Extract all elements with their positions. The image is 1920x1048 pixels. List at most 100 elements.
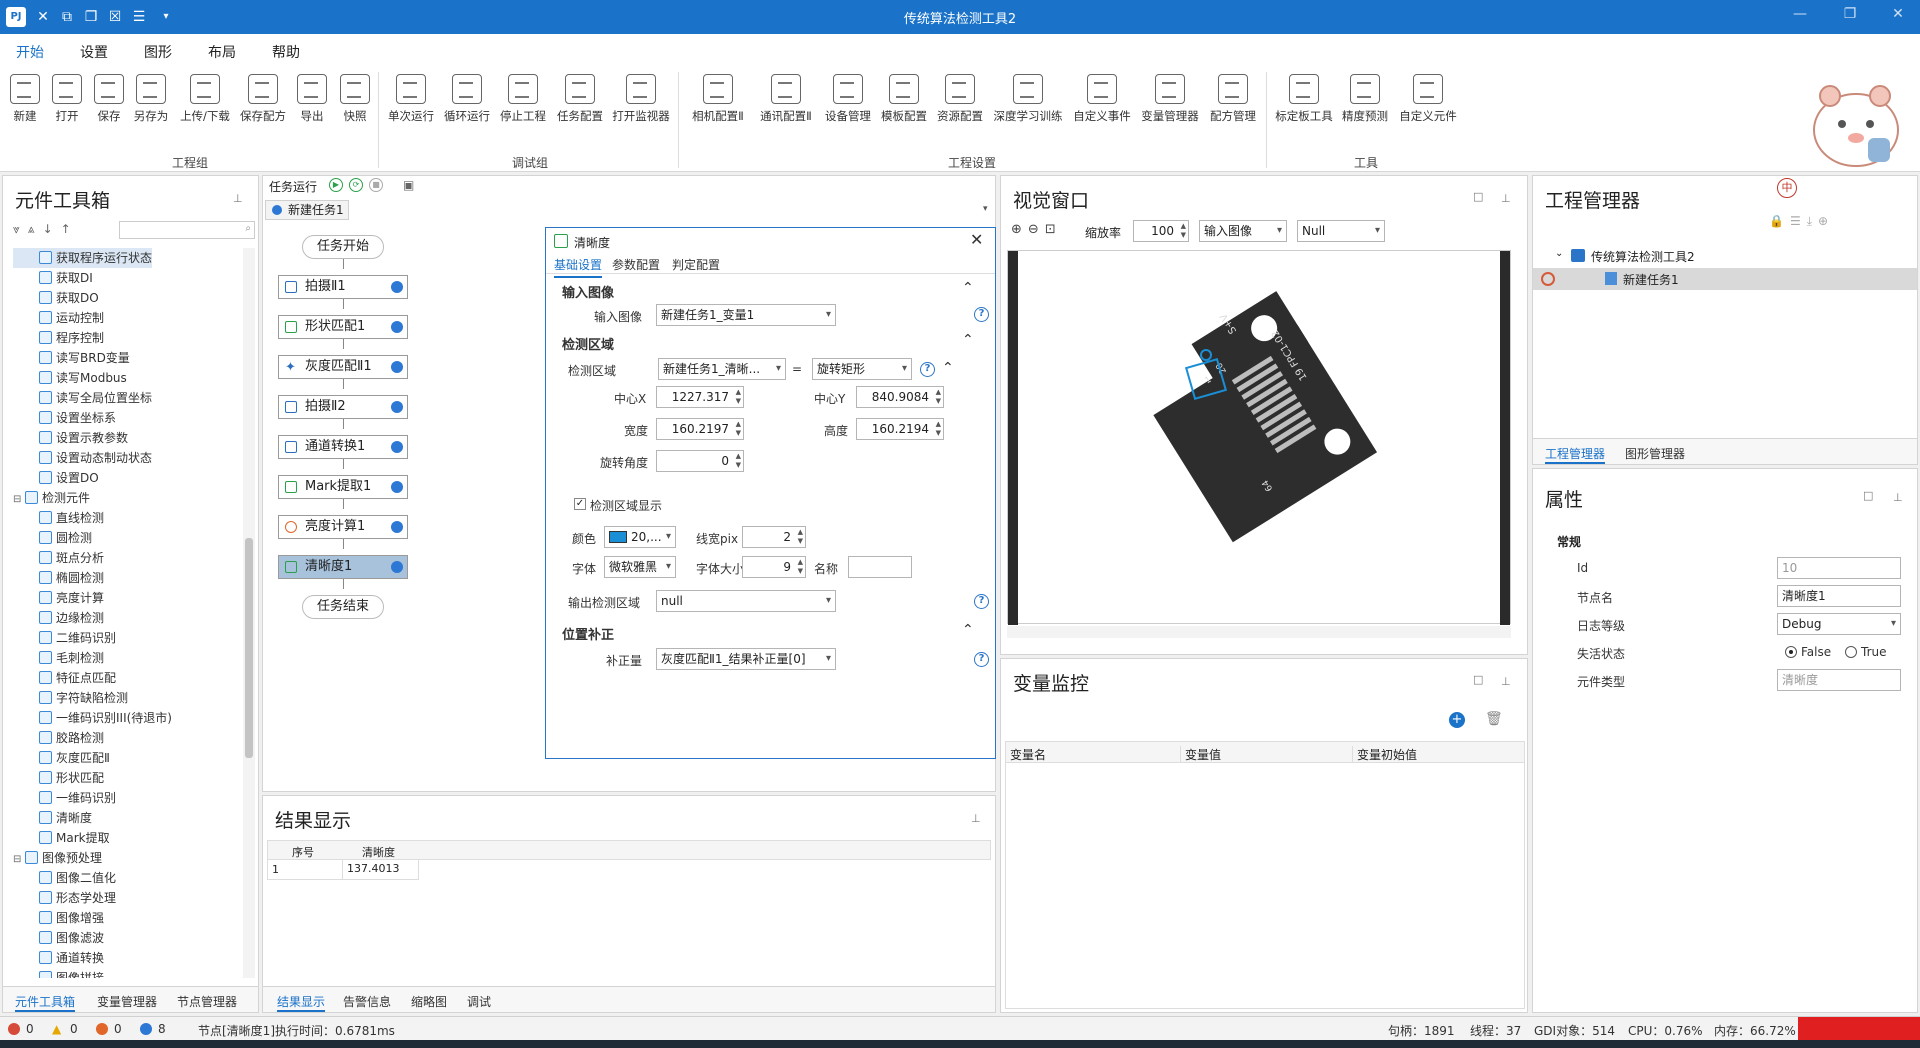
stop-icon[interactable]: ■ [369,178,383,192]
input-image-select[interactable]: 新建任务1_变量1 [656,304,836,326]
log-level-select[interactable]: Debug [1777,613,1901,635]
collapse-toggle-icon[interactable]: ⊟ [13,490,25,510]
image-h-scrollbar[interactable] [1007,626,1511,638]
toolbox-item[interactable]: 图像二值化 [13,868,116,888]
resource-config-button[interactable]: 资源配置 [934,74,986,124]
toolbox-group[interactable]: ⊟ 图像预处理 [13,848,102,868]
camera-config-button[interactable]: 相机配置Ⅱ [686,74,750,124]
maximize-icon[interactable]: □ [1863,489,1873,502]
loop-run-button[interactable]: 循环运行 [441,74,493,124]
collapse-icon[interactable]: ⌃ [962,332,974,348]
font-size-input[interactable]: 9 ▲ ▼ [742,556,806,578]
spinner-icon[interactable]: ▲ ▼ [736,452,741,470]
toolbox-item[interactable]: 读写BRD变量 [13,348,130,368]
maximize-icon[interactable]: □ [1473,673,1483,686]
toolbox-item[interactable]: 一维码识别 [13,788,116,808]
spinner-icon[interactable]: ▲ ▼ [798,558,803,576]
toolbox-item[interactable]: 设置坐标系 [13,408,116,428]
toolbox-group[interactable]: ⊟ 检测元件 [13,488,90,508]
save-as-button[interactable]: 另存为 [129,74,173,124]
pin-icon[interactable]: ⊥ [233,192,243,205]
close-icon[interactable]: ✕ [970,230,983,249]
collapse-icon[interactable]: ⌃ [962,280,974,296]
line-width-input[interactable]: 2 ▲ ▼ [742,526,806,548]
zoom-in-icon[interactable]: ⊕ [1011,222,1028,237]
tab-params[interactable]: 参数配置 [612,256,660,273]
save-button[interactable]: 保存 [87,74,131,124]
tab-basic[interactable]: 基础设置 [554,256,603,278]
info-icon[interactable] [140,1023,152,1035]
error-icon[interactable] [8,1023,20,1035]
tab-task[interactable]: 新建任务1 [265,200,349,220]
name-input[interactable] [848,556,912,578]
font-select[interactable]: 微软雅黑 [604,556,676,578]
toolbox-item[interactable]: 设置动态制动状态 [13,448,152,468]
deep-learning-button[interactable]: 深度学习训练 [990,74,1066,124]
minimize-icon[interactable]: — [1780,6,1820,22]
scroll-thumb[interactable] [245,538,253,758]
run-icon[interactable]: ▶ [329,178,343,192]
tab-thumbnails[interactable]: 缩略图 [411,993,447,1010]
zoom-input[interactable]: 100 ▲ ▼ [1133,220,1189,242]
false-radio[interactable] [1785,646,1797,658]
tab-settings[interactable]: 设置 [80,42,108,62]
spinner-icon[interactable]: ▲ ▼ [936,420,941,438]
ime-indicator[interactable]: 中 [1773,176,1801,236]
tab-start[interactable]: 开始 [16,42,44,68]
image-source-select[interactable]: 输入图像 [1199,220,1287,242]
toolbox-item[interactable]: 设置示教参数 [13,428,128,448]
node-channel-convert[interactable]: 通道转换1 [278,435,408,459]
toolbox-item[interactable]: 读写Modbus [13,368,127,388]
snapshot-button[interactable]: 快照 [333,74,377,124]
node-brightness[interactable]: 亮度计算1 [278,515,408,539]
help-icon[interactable]: ? [974,307,989,322]
compensation-select[interactable]: 灰度匹配Ⅱ1_结果补正量[0] [656,648,836,670]
tab-menu-icon[interactable]: ▾ [983,204,988,214]
tab-project-manager[interactable]: 工程管理器 [1545,445,1606,464]
add-icon[interactable]: ⊕ [1818,214,1834,228]
toolbox-item[interactable]: 形态学处理 [13,888,116,908]
single-run-button[interactable]: 单次运行 [385,74,437,124]
toolbox-item[interactable]: 清晰度 [13,808,92,828]
collapse-icon[interactable]: ⌃ [962,622,974,638]
toolbox-item[interactable]: 灰度匹配Ⅱ [13,748,110,768]
template-config-button[interactable]: 模板配置 [878,74,930,124]
maximize-icon[interactable]: □ [1473,190,1483,203]
tab-judge[interactable]: 判定配置 [672,256,720,273]
close-icon[interactable]: ✕ [1878,6,1918,22]
width-input[interactable]: 160.2197 ▲ ▼ [656,418,744,440]
spinner-icon[interactable]: ▲ ▼ [936,388,941,406]
toolbox-scrollbar[interactable] [243,248,255,978]
toolbox-item[interactable]: 图像增强 [13,908,104,928]
id-input[interactable]: 10 [1777,557,1901,579]
new-button[interactable]: 新建 [3,74,47,124]
toolbox-item[interactable]: 获取DI [13,268,93,288]
comm-config-button[interactable]: 通讯配置Ⅱ [754,74,818,124]
true-radio[interactable] [1845,646,1857,658]
open-monitor-button[interactable]: 打开监视器 [610,74,672,124]
overlay-select[interactable]: Null [1297,220,1385,242]
toolbox-item[interactable]: 边缘检测 [13,608,104,628]
tab-layout[interactable]: 布局 [208,42,236,62]
custom-event-button[interactable]: 自定义事件 [1070,74,1134,124]
node-capture-2[interactable]: 拍摄Ⅱ2 [278,395,408,419]
node-mark-extract[interactable]: Mark提取1 [278,475,408,499]
show-region-checkbox[interactable]: ✓ [574,498,586,510]
export-button[interactable]: 导出 [290,74,334,124]
component-type-input[interactable]: 清晰度 [1777,669,1901,691]
toolbox-item[interactable]: 亮度计算 [13,588,104,608]
variable-manager-button[interactable]: 变量管理器 [1138,74,1202,124]
tab-variable-manager[interactable]: 变量管理器 [97,993,157,1010]
toolbox-item[interactable]: 椭圆检测 [13,568,104,588]
zoom-out-icon[interactable]: ⊖ [1028,222,1045,237]
toolbox-item[interactable]: 获取DO [13,288,99,308]
add-variable-icon[interactable]: + [1449,712,1465,728]
upload-download-button[interactable]: 上传/下载 [178,74,232,124]
toolbox-item[interactable]: 特征点匹配 [13,668,116,688]
toolbox-item[interactable]: 毛刺检测 [13,648,104,668]
loop-run-icon[interactable]: ⟳ [349,178,363,192]
tab-debug[interactable]: 调试 [467,993,491,1010]
fit-icon[interactable]: ⊡ [1045,222,1062,237]
restore-icon[interactable]: ❐ [1830,6,1870,22]
pin-icon[interactable]: ⊥ [1501,675,1511,688]
